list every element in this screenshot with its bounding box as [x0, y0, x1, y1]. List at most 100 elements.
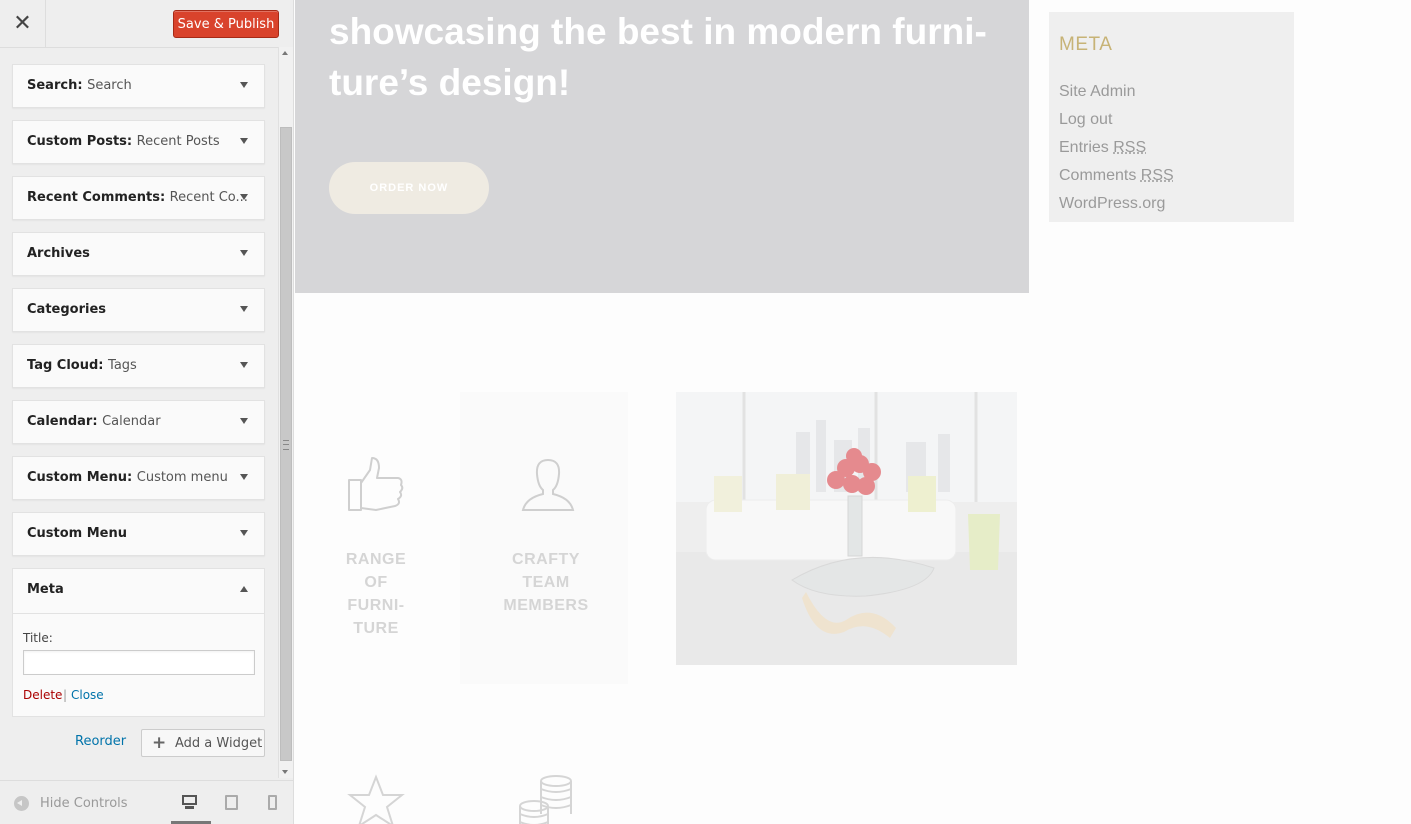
expand-arrow-icon[interactable]	[240, 474, 248, 480]
grip-icon	[283, 440, 289, 450]
feature-crafty-team: CRAFTY TEAM MEMBERS	[491, 548, 601, 617]
widget-custom-menu-2[interactable]: Custom Menu	[12, 512, 265, 556]
widget-name: Calendar	[27, 414, 93, 429]
meta-link-log-out[interactable]: Log out	[1059, 110, 1174, 138]
widget-archives[interactable]: Archives	[12, 232, 265, 276]
widget-categories[interactable]: Categories	[12, 288, 265, 332]
thumbs-up-icon	[348, 457, 404, 511]
widget-name-colon: :	[98, 358, 109, 373]
expand-arrow-icon[interactable]	[240, 250, 248, 256]
meta-link-site-admin[interactable]: Site Admin	[1059, 82, 1174, 110]
widget-name: Meta	[27, 582, 64, 597]
expand-arrow-icon[interactable]	[240, 362, 248, 368]
collapse-arrow-icon[interactable]	[240, 586, 248, 592]
widget-name: Custom Posts	[27, 134, 127, 149]
widget-meta-expanded: Meta Title: Delete | Close	[12, 568, 265, 717]
title-label: Title:	[23, 631, 53, 645]
widget-name: Recent Comments	[27, 190, 160, 205]
feature-line: CRAFTY	[512, 551, 580, 568]
feature-line: TURE	[353, 620, 399, 637]
feature-line: TEAM	[522, 574, 570, 591]
rss-abbr: RSS	[1140, 167, 1174, 184]
meta-link-text: Comments	[1059, 167, 1141, 184]
tablet-icon[interactable]	[225, 795, 238, 810]
scrollbar-thumb[interactable]	[280, 127, 292, 761]
widget-name-colon: :	[126, 134, 137, 149]
widget-meta-header[interactable]: Meta	[13, 569, 264, 614]
hero-heading: showcasing the best in modern furni-ture…	[329, 11, 987, 103]
widget-name: Categories	[27, 302, 107, 317]
widget-custom-menu-1[interactable]: Custom Menu: Custom menu	[12, 456, 265, 500]
collapse-circle-icon[interactable]	[14, 796, 29, 811]
widget-subtitle: Search	[87, 78, 132, 93]
customizer-sidebar: ✕ Save & Publish Search: Search Custom P…	[0, 0, 294, 824]
hide-controls-button[interactable]: Hide Controls	[40, 796, 128, 811]
meta-link-text: Entries	[1059, 139, 1114, 156]
reorder-link[interactable]: Reorder	[75, 734, 126, 749]
sidebar-scrollbar[interactable]	[278, 47, 293, 778]
scroll-down-arrow-icon[interactable]	[282, 770, 288, 774]
meta-link-text: Site Admin	[1059, 83, 1136, 100]
desktop-icon[interactable]	[182, 795, 197, 809]
widget-name: Custom Menu	[27, 526, 128, 541]
rss-abbr: RSS	[1113, 139, 1147, 156]
mobile-icon[interactable]	[268, 795, 277, 810]
expand-arrow-icon[interactable]	[240, 418, 248, 424]
expand-arrow-icon[interactable]	[240, 194, 248, 200]
meta-link-text: WordPress.org	[1059, 195, 1166, 212]
add-widget-label: Add a Widget	[175, 736, 263, 751]
widget-name-colon: :	[77, 78, 88, 93]
widget-meta-form: Title: Delete | Close	[13, 614, 264, 716]
expand-arrow-icon[interactable]	[240, 306, 248, 312]
feature-line: MEMBERS	[503, 597, 589, 614]
meta-link-entries-rss[interactable]: Entries RSS	[1059, 138, 1174, 166]
expand-arrow-icon[interactable]	[240, 138, 248, 144]
add-widget-button[interactable]: + Add a Widget	[141, 729, 265, 757]
desktop-screen	[182, 795, 197, 805]
widget-name-colon: :	[92, 414, 103, 429]
customizer-footer: Hide Controls	[0, 780, 293, 824]
widget-name: Search	[27, 78, 78, 93]
widget-subtitle: Tags	[108, 358, 137, 373]
coins-icon	[519, 775, 572, 824]
meta-heading: META	[1059, 34, 1113, 55]
living-room-image	[676, 392, 1017, 665]
delete-link[interactable]: Delete	[23, 688, 62, 702]
widget-name: Archives	[27, 246, 90, 261]
title-input[interactable]	[23, 650, 255, 675]
link-separator: |	[63, 688, 68, 702]
widget-name-colon: :	[159, 190, 170, 205]
meta-link-wordpress-org[interactable]: WordPress.org	[1059, 194, 1174, 222]
widget-subtitle: Recent Posts	[136, 134, 220, 149]
meta-link-text: Log out	[1059, 111, 1113, 128]
save-publish-button[interactable]: Save & Publish	[173, 10, 279, 38]
feature-line: RANGE	[345, 551, 407, 568]
desktop-stand	[185, 806, 194, 809]
feature-line: OF	[364, 574, 388, 591]
meta-links: Site Admin Log out Entries RSS Comments …	[1059, 82, 1174, 222]
user-icon	[521, 458, 575, 511]
plus-icon: +	[152, 733, 167, 753]
order-now-button[interactable]: ORDER NOW	[329, 162, 489, 214]
widget-name-colon: :	[127, 470, 137, 485]
expand-arrow-icon[interactable]	[240, 530, 248, 536]
meta-widget-preview: META Site Admin Log out Entries RSS Comm…	[1049, 12, 1294, 222]
widget-recent-comments[interactable]: Recent Comments: Recent Co...	[12, 176, 265, 220]
scroll-up-arrow-icon[interactable]	[282, 51, 288, 55]
widget-subtitle: Calendar	[102, 414, 161, 429]
close-customizer-button[interactable]: ✕	[0, 0, 46, 47]
close-link[interactable]: Close	[71, 688, 104, 702]
feature-line: FURNI-	[347, 597, 405, 614]
widget-search[interactable]: Search: Search	[12, 64, 265, 108]
star-icon	[347, 774, 405, 824]
close-icon: ✕	[13, 11, 32, 36]
meta-link-comments-rss[interactable]: Comments RSS	[1059, 166, 1174, 194]
widget-custom-posts[interactable]: Custom Posts: Recent Posts	[12, 120, 265, 164]
site-preview: showcasing the best in modern furni-ture…	[294, 0, 1411, 824]
expand-arrow-icon[interactable]	[240, 82, 248, 88]
widget-calendar[interactable]: Calendar: Calendar	[12, 400, 265, 444]
widget-tag-cloud[interactable]: Tag Cloud: Tags	[12, 344, 265, 388]
hero-section: showcasing the best in modern furni-ture…	[295, 0, 1029, 293]
customizer-header: ✕ Save & Publish	[0, 0, 293, 48]
living-room-illustration	[676, 392, 1017, 665]
